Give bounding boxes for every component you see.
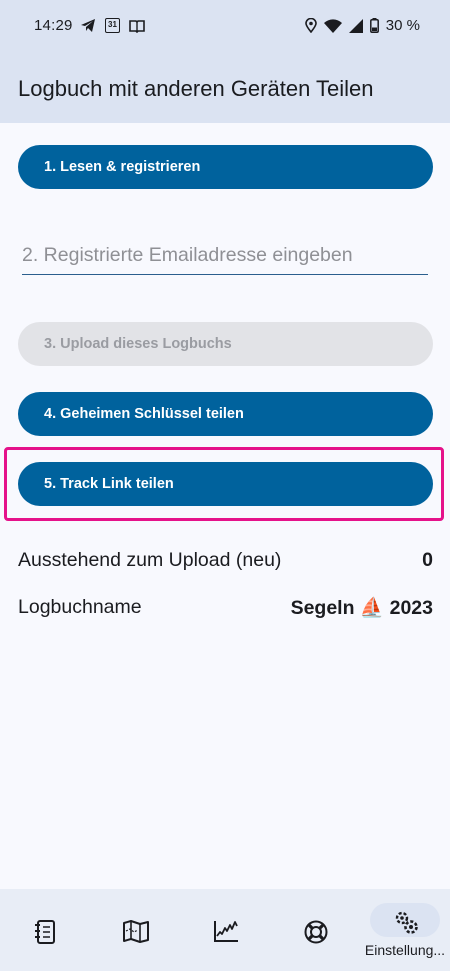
battery-percent: 30 % <box>385 17 420 34</box>
status-bar: 14:29 31 30 % <box>0 0 450 52</box>
nav-item-chart[interactable] <box>180 889 270 971</box>
email-field-container <box>22 236 428 276</box>
chart-icon <box>214 921 238 942</box>
upload-logbook-button[interactable]: 3. Upload dieses Logbuchs <box>18 322 433 366</box>
page-title: Logbuch mit anderen Geräten Teilen <box>18 76 374 101</box>
map-icon <box>123 920 149 943</box>
pending-upload-label: Ausstehend zum Upload (neu) <box>18 549 282 571</box>
read-register-button[interactable]: 1. Lesen & registrieren <box>18 145 433 189</box>
email-field[interactable] <box>22 236 428 275</box>
nav-item-map[interactable] <box>90 889 180 971</box>
nav-item-logbook[interactable] <box>0 889 90 971</box>
nav-item-lifebuoy[interactable] <box>270 889 360 971</box>
calendar-icon: 31 <box>105 18 120 33</box>
nav-item-settings[interactable]: Einstellung... <box>360 889 450 971</box>
logbook-icon <box>35 920 55 944</box>
telegram-icon <box>81 19 95 32</box>
settings-icon <box>395 911 418 934</box>
share-track-link-button[interactable]: 5. Track Link teilen <box>18 462 433 506</box>
wifi-icon <box>323 18 342 33</box>
status-time: 14:29 <box>34 17 73 34</box>
bottom-navigation: Einstellung... <box>0 889 450 971</box>
location-icon <box>304 18 317 33</box>
logbook-name-value: Segeln ⛵ 2023 <box>290 597 433 619</box>
battery-icon <box>369 18 379 33</box>
book-icon <box>129 19 145 33</box>
app-bar: Logbuch mit anderen Geräten Teilen <box>0 52 450 123</box>
lifebuoy-icon <box>304 920 328 944</box>
nav-label-settings: Einstellung... <box>364 942 446 958</box>
share-secret-key-button[interactable]: 4. Geheimen Schlüssel teilen <box>18 392 433 436</box>
logbook-name-label: Logbuchname <box>18 596 142 618</box>
pending-upload-value: 0 <box>422 549 433 571</box>
signal-icon <box>348 18 363 33</box>
